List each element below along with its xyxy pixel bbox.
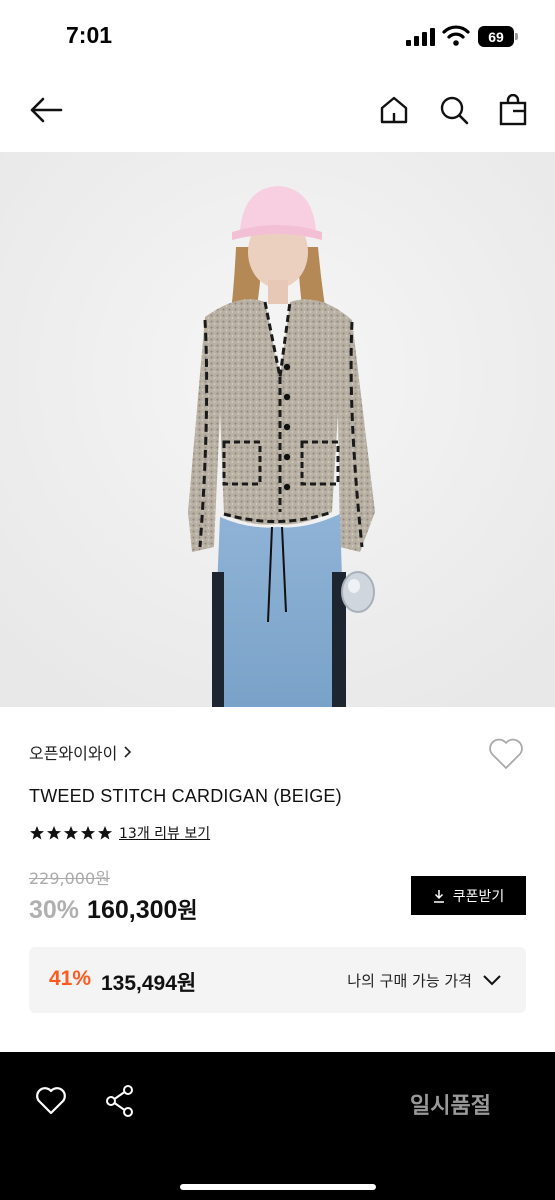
back-arrow-icon (30, 97, 63, 123)
shopping-bag-icon (499, 94, 527, 126)
brand-link[interactable]: 오픈와이와이 (29, 740, 133, 764)
coupon-button[interactable]: 쿠폰받기 (411, 876, 526, 915)
star-icon (98, 826, 112, 840)
star-icon (47, 826, 61, 840)
wifi-icon (442, 25, 470, 46)
product-title: TWEED STITCH CARDIGAN (BEIGE) (29, 786, 342, 806)
cart-button[interactable] (493, 90, 533, 130)
brand-name: 오픈와이와이 (29, 744, 118, 763)
rating: 13개 리뷰 보기 (29, 823, 210, 843)
battery-level: 69 (478, 26, 514, 47)
product-photo (0, 152, 555, 707)
signal-icon (406, 28, 435, 46)
star-icon (81, 826, 95, 840)
top-navigation (0, 72, 555, 148)
discount-rate: 30% (29, 896, 80, 924)
home-indicator (180, 1184, 376, 1190)
my-price-label: 나의 구매 가능 가격 (347, 972, 472, 990)
star-icon (64, 826, 78, 840)
chevron-right-icon (124, 746, 132, 758)
home-icon (380, 96, 408, 124)
download-icon (433, 889, 444, 903)
sale-price: 160,300 (87, 896, 178, 924)
home-button[interactable] (374, 90, 414, 130)
status-bar: 7:01 69 (0, 0, 555, 72)
share-icon[interactable] (104, 1084, 136, 1118)
search-icon (440, 96, 469, 125)
my-price-panel[interactable]: 41% 135,494원 나의 구매 가능 가격 (29, 947, 526, 1013)
back-button[interactable] (26, 90, 66, 130)
heart-icon[interactable] (35, 1086, 67, 1116)
soldout-button[interactable]: 일시품절 (410, 1088, 491, 1120)
price-unit: 원 (177, 899, 198, 924)
product-image[interactable] (0, 152, 555, 707)
search-button[interactable] (434, 90, 474, 130)
my-price: 135,494원 (101, 972, 197, 995)
battery-icon: 69 (478, 26, 518, 47)
star-icon (30, 826, 44, 840)
coupon-label: 쿠폰받기 (452, 888, 505, 905)
heart-icon[interactable] (488, 738, 524, 770)
chevron-down-icon (483, 975, 501, 986)
sale-price-row: 30% 160,300 원 (29, 893, 198, 925)
my-discount-rate: 41% (49, 967, 92, 990)
bottom-action-bar: 일시품절 (0, 1052, 555, 1200)
star-rating (29, 825, 114, 841)
review-link[interactable]: 13개 리뷰 보기 (119, 823, 210, 843)
original-price: 229,000원 (29, 869, 110, 888)
status-time: 7:01 (66, 22, 113, 48)
